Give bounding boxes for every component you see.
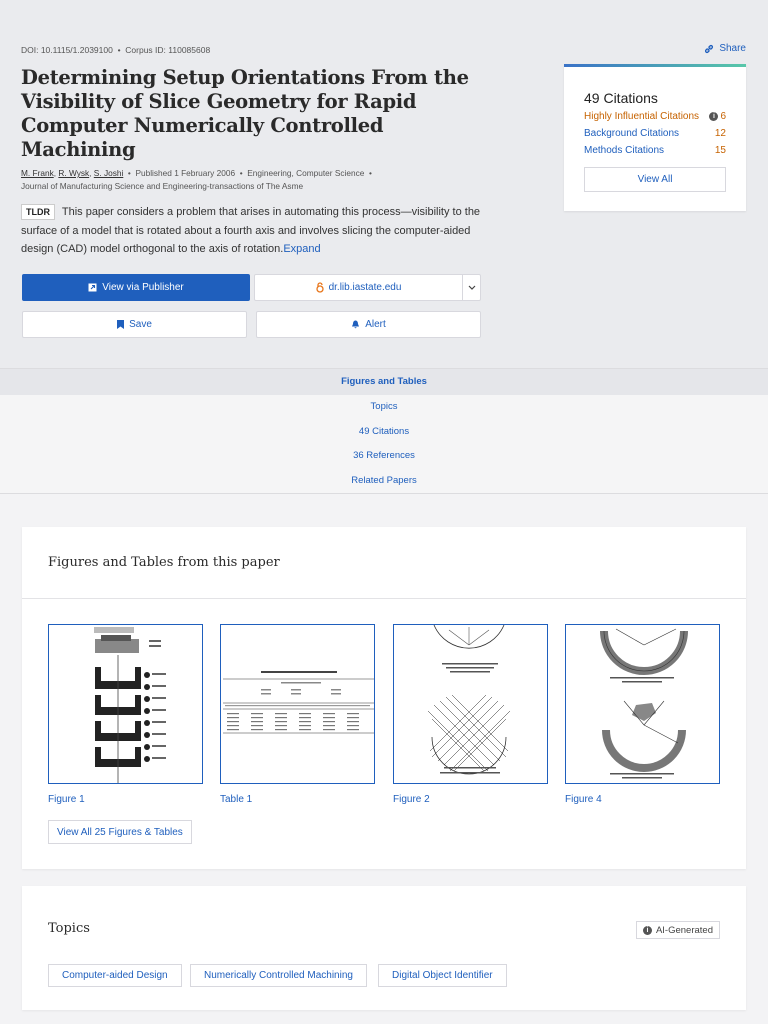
table-1-thumbnail[interactable] — [220, 624, 375, 784]
citation-row-label: Methods Citations — [584, 145, 665, 156]
table-1-image — [223, 671, 374, 734]
link-icon — [705, 44, 714, 53]
topic-tag[interactable]: Computer-aided Design — [48, 964, 182, 987]
nav-references[interactable]: 36 References — [0, 450, 768, 461]
nav-related-papers[interactable]: Related Papers — [0, 475, 768, 486]
view-via-publisher-label: View via Publisher — [102, 282, 184, 293]
figure-caption-link[interactable]: Figure 4 — [565, 794, 602, 805]
citation-row-value: 6 — [720, 111, 726, 122]
author-link[interactable]: S. Joshi — [94, 168, 124, 178]
figure-4-thumbnail[interactable] — [565, 624, 720, 784]
info-icon: i — [642, 925, 652, 935]
doi-text[interactable]: DOI: 10.1115/1.2039100 — [21, 45, 113, 55]
figure-caption-link[interactable]: Figure 1 — [48, 794, 85, 805]
paper-meta: M. Frank, R. Wysk, S. Joshi • Published … — [21, 168, 372, 191]
publish-date: Published 1 February 2006 — [135, 168, 236, 178]
figure-2-thumbnail[interactable] — [393, 624, 548, 784]
bookmark-icon — [117, 320, 125, 329]
author-link[interactable]: R. Wysk — [58, 168, 89, 178]
source-dropdown-toggle[interactable] — [462, 275, 480, 300]
alert-button[interactable]: Alert — [256, 311, 481, 338]
open-access-icon — [315, 282, 324, 293]
figure-2-image — [427, 625, 511, 775]
chevron-down-icon — [468, 285, 475, 290]
open-access-source-button[interactable]: dr.lib.iastate.edu — [254, 274, 481, 301]
share-label: Share — [719, 43, 746, 54]
figure-caption-link[interactable]: Table 1 — [220, 794, 252, 805]
tldr-text: This paper considers a problem that aris… — [21, 206, 481, 255]
citation-row-background[interactable]: Background Citations 12 — [584, 128, 726, 139]
save-label: Save — [129, 319, 152, 330]
source-link-label: dr.lib.iastate.edu — [328, 282, 402, 293]
figure-1-image — [94, 627, 166, 783]
view-all-figures-button[interactable]: View All 25 Figures & Tables — [48, 820, 192, 844]
author-link[interactable]: M. Frank — [21, 168, 54, 178]
view-via-publisher-button[interactable]: View via Publisher — [22, 274, 250, 301]
figure-1-thumbnail[interactable] — [48, 624, 203, 784]
tldr-summary: TLDR This paper considers a problem that… — [21, 203, 481, 259]
citation-row-highly-influential[interactable]: Highly Influential Citations i6 — [584, 111, 726, 122]
citation-row-value: 15 — [714, 145, 726, 156]
figures-panel: Figures and Tables from this paper Figur… — [22, 527, 746, 869]
citation-row-label: Background Citations — [584, 128, 680, 139]
topic-tag[interactable]: Numerically Controlled Machining — [190, 964, 367, 987]
paper-header: DOI: 10.1115/1.2039100 • Corpus ID: 1100… — [0, 0, 768, 368]
citation-row-value: 12 — [714, 128, 726, 139]
journal-name: Journal of Manufacturing Science and Eng… — [21, 181, 304, 191]
citations-summary-card: 49 Citations Highly Influential Citation… — [564, 64, 746, 211]
topic-tag[interactable]: Digital Object Identifier — [378, 964, 507, 987]
alert-label: Alert — [365, 319, 386, 330]
tldr-badge: TLDR — [21, 204, 55, 220]
figure-4-image — [600, 628, 688, 779]
topics-section-title: Topics — [48, 921, 90, 936]
fields-of-study: Engineering, Computer Science — [247, 168, 365, 178]
save-button[interactable]: Save — [22, 311, 247, 338]
citation-row-label: Highly Influential Citations — [584, 111, 700, 122]
ai-generated-badge[interactable]: i AI-Generated — [635, 921, 720, 939]
source-link[interactable]: dr.lib.iastate.edu — [255, 275, 462, 300]
share-button[interactable]: Share — [704, 43, 746, 54]
divider — [22, 598, 746, 599]
nav-topics[interactable]: Topics — [0, 401, 768, 412]
info-icon[interactable]: i — [709, 111, 719, 121]
corpus-id-text: Corpus ID: 110085608 — [125, 45, 211, 55]
paper-identifiers: DOI: 10.1115/1.2039100 • Corpus ID: 1100… — [21, 45, 211, 55]
figure-caption-link[interactable]: Figure 2 — [393, 794, 430, 805]
figures-section-title: Figures and Tables from this paper — [48, 555, 280, 570]
bell-icon — [352, 320, 360, 329]
paper-title: Determining Setup Orientations From the … — [21, 66, 469, 161]
ai-generated-label: AI-Generated — [655, 924, 713, 936]
expand-link[interactable]: Expand — [283, 243, 320, 255]
topics-panel: Topics i AI-Generated Computer-aided Des… — [22, 886, 746, 1010]
view-all-citations-button[interactable]: View All — [584, 167, 726, 192]
external-link-icon — [88, 283, 97, 292]
citation-row-methods[interactable]: Methods Citations 15 — [584, 145, 726, 156]
section-nav: Figures and Tables Topics 49 Citations 3… — [0, 368, 768, 494]
nav-figures-and-tables[interactable]: Figures and Tables — [0, 369, 768, 395]
nav-citations[interactable]: 49 Citations — [0, 426, 768, 437]
citations-count-title: 49 Citations — [584, 90, 658, 106]
